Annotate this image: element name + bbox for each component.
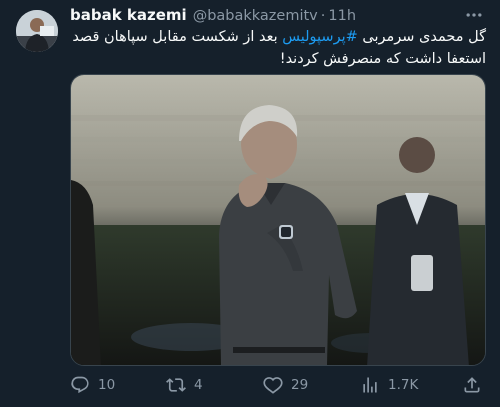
tweet-text-line-2: استعفا داشت که منصرفش کردند! xyxy=(279,51,486,67)
display-name[interactable]: babak kazemi xyxy=(70,6,187,24)
retweet-count: 4 xyxy=(194,377,203,393)
views-button[interactable]: 1.7K xyxy=(360,372,418,398)
share-button[interactable] xyxy=(462,372,482,398)
tweet-text: گل محمدی سرمربی #پرسپولیس بعد از شکست مق… xyxy=(70,26,486,70)
more-horizontal-icon xyxy=(466,13,482,17)
hashtag-link[interactable]: #پرسپولیس xyxy=(282,29,357,45)
action-bar: 10 4 29 1.7K xyxy=(66,372,490,398)
tweet-text-part: بعد از شکست مقابل سپاهان قصد xyxy=(72,29,283,45)
tweet-photo[interactable] xyxy=(70,74,486,366)
tweet-text-line-1: گل محمدی سرمربی #پرسپولیس بعد از شکست مق… xyxy=(70,26,486,48)
like-count: 29 xyxy=(291,377,309,393)
avatar-image xyxy=(16,10,58,52)
tweet-header: babak kazemi @babakkazemitv · 11h xyxy=(70,6,356,26)
views-count: 1.7K xyxy=(388,377,419,393)
more-options-button[interactable] xyxy=(462,6,486,24)
reply-icon xyxy=(71,376,89,394)
reply-button[interactable]: 10 xyxy=(70,372,115,398)
share-icon xyxy=(464,377,480,393)
separator-dot: · xyxy=(320,8,326,24)
user-handle[interactable]: @babakkazemitv xyxy=(193,8,318,24)
timestamp[interactable]: 11h xyxy=(328,8,356,24)
tweet-card[interactable]: babak kazemi @babakkazemitv · 11h گل محم… xyxy=(0,0,500,407)
photo-image xyxy=(71,75,485,365)
avatar[interactable] xyxy=(16,10,58,52)
analytics-icon xyxy=(363,377,377,393)
reply-count: 10 xyxy=(98,377,116,393)
tweet-text-part: گل محمدی سرمربی xyxy=(357,29,486,45)
heart-icon xyxy=(263,377,283,394)
retweet-icon xyxy=(166,378,186,392)
like-button[interactable]: 29 xyxy=(263,372,308,398)
retweet-button[interactable]: 4 xyxy=(166,372,203,398)
